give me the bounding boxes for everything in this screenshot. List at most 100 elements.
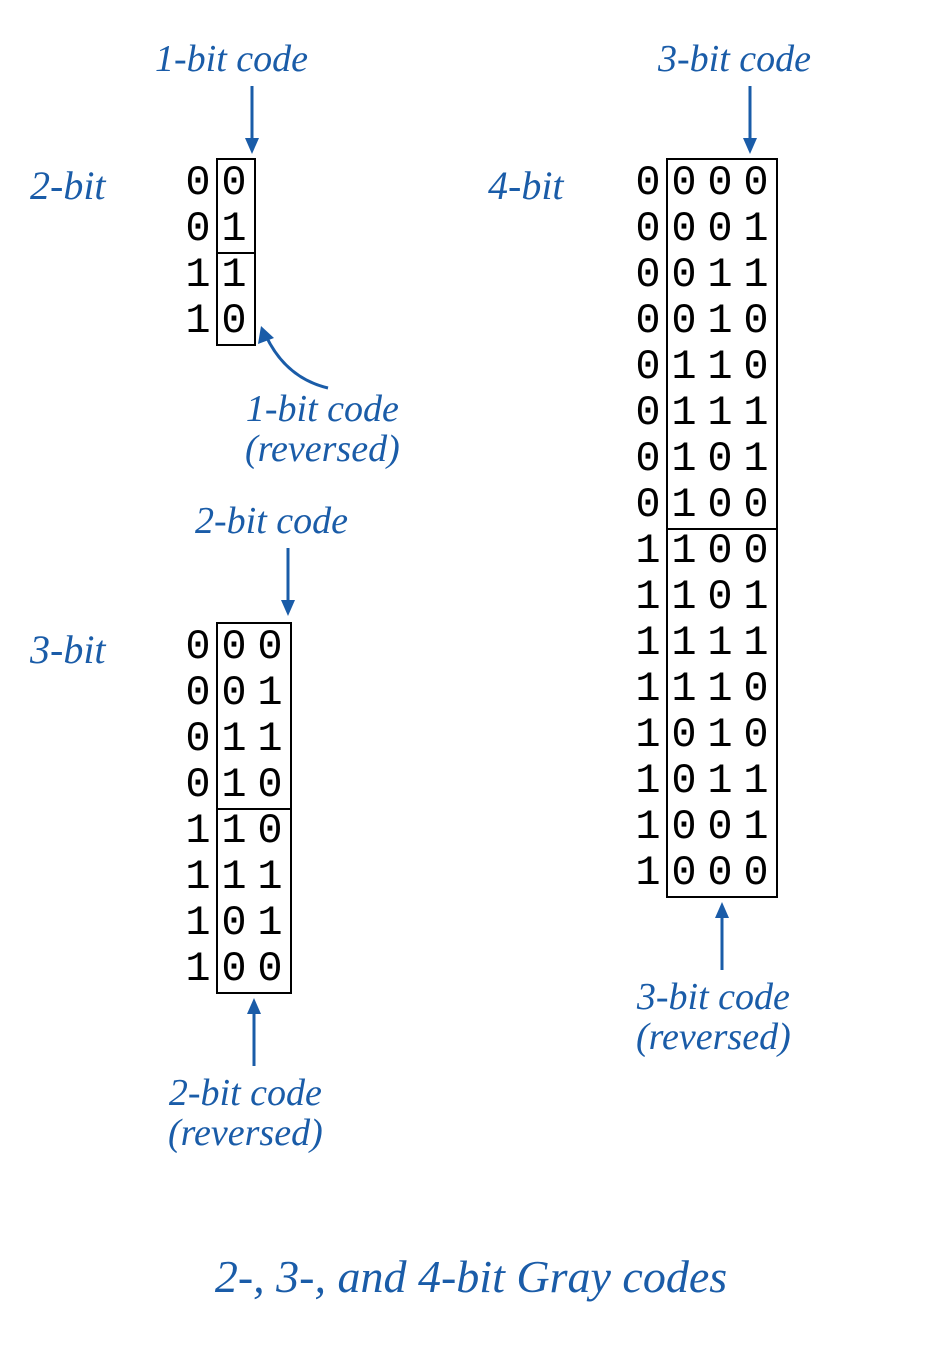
bit-cell: 0: [630, 392, 666, 434]
bit-cell: 1: [702, 346, 738, 388]
one-bit-code-label: 1-bit code: [155, 40, 308, 80]
bit-cell: 1: [630, 714, 666, 756]
table-row: 111: [180, 854, 288, 900]
two-bit-table: 00 01 11 10: [180, 160, 252, 344]
bit-cell: 1: [666, 484, 702, 526]
bit-cell: 1: [252, 672, 288, 714]
bit-cell: 1: [666, 392, 702, 434]
table-row: 0110: [630, 344, 774, 390]
bit-cell: 1: [216, 810, 252, 852]
bit-cell: 0: [738, 714, 774, 756]
table-row: 0111: [630, 390, 774, 436]
three-bit-table: 000 001 011 010 110 111 101 100: [180, 624, 288, 992]
table-row: 0100: [630, 482, 774, 528]
bit-cell: 0: [216, 626, 252, 668]
arrow-down-icon: [242, 86, 262, 156]
table-row: 010: [180, 762, 288, 808]
bit-cell: 1: [702, 622, 738, 664]
bit-cell: 0: [252, 948, 288, 990]
bit-cell: 1: [180, 254, 216, 296]
bit-cell: 0: [252, 764, 288, 806]
bit-cell: 1: [738, 254, 774, 296]
table-row: 10: [180, 298, 252, 344]
bit-cell: 1: [180, 856, 216, 898]
bit-cell: 0: [252, 626, 288, 668]
bit-cell: 1: [666, 668, 702, 710]
bit-cell: 1: [216, 718, 252, 760]
bit-cell: 0: [738, 300, 774, 342]
bit-cell: 0: [702, 484, 738, 526]
bit-cell: 1: [216, 764, 252, 806]
bit-cell: 0: [180, 718, 216, 760]
bit-cell: 1: [630, 852, 666, 894]
table-row: 100: [180, 946, 288, 992]
bit-cell: 0: [702, 162, 738, 204]
bit-cell: 1: [738, 208, 774, 250]
three-bit-reversed-line1: 3-bit code: [637, 976, 790, 1018]
arrow-down-icon: [278, 548, 298, 618]
bit-cell: 1: [738, 622, 774, 664]
bit-cell: 1: [702, 392, 738, 434]
table-row: 001: [180, 670, 288, 716]
bit-cell: 0: [180, 208, 216, 250]
table-row: 101: [180, 900, 288, 946]
bit-cell: 0: [180, 672, 216, 714]
bit-cell: 1: [180, 902, 216, 944]
bit-cell: 0: [702, 806, 738, 848]
one-bit-reversed-line1: 1-bit code: [246, 388, 399, 430]
bit-cell: 0: [216, 948, 252, 990]
bit-cell: 1: [216, 254, 252, 296]
two-bit-title: 2-bit: [30, 166, 106, 206]
bit-cell: 1: [630, 530, 666, 572]
bit-cell: 0: [666, 806, 702, 848]
bit-cell: 1: [216, 856, 252, 898]
four-bit-table: 0000 0001 0011 0010 0110 0111 0101 0100 …: [630, 160, 774, 896]
table-row: 0101: [630, 436, 774, 482]
three-bit-code-label: 3-bit code: [658, 40, 811, 80]
bit-cell: 0: [666, 714, 702, 756]
bit-cell: 1: [216, 208, 252, 250]
arrow-up-icon: [244, 998, 264, 1068]
bit-cell: 0: [702, 530, 738, 572]
bit-cell: 0: [666, 208, 702, 250]
three-bit-title: 3-bit: [30, 630, 106, 670]
table-row: 1010: [630, 712, 774, 758]
table-row: 01: [180, 206, 252, 252]
bit-cell: 1: [702, 668, 738, 710]
table-row: 000: [180, 624, 288, 670]
one-bit-reversed-line2: (reversed): [245, 428, 400, 470]
bit-cell: 1: [630, 576, 666, 618]
three-bit-reversed-line2: (reversed): [636, 1016, 791, 1058]
table-row: 0011: [630, 252, 774, 298]
table-row: 0000: [630, 160, 774, 206]
table-row: 110: [180, 808, 288, 854]
two-bit-code-label: 2-bit code: [195, 502, 348, 542]
bit-cell: 0: [216, 162, 252, 204]
table-row: 00: [180, 160, 252, 206]
bit-cell: 1: [666, 530, 702, 572]
bit-cell: 0: [666, 162, 702, 204]
bit-cell: 0: [630, 484, 666, 526]
bit-cell: 1: [738, 392, 774, 434]
bit-cell: 0: [702, 576, 738, 618]
bit-cell: 0: [630, 438, 666, 480]
table-row: 1011: [630, 758, 774, 804]
two-bit-reversed-line1: 2-bit code: [169, 1072, 322, 1114]
bit-cell: 0: [738, 852, 774, 894]
table-row: 1101: [630, 574, 774, 620]
bit-cell: 1: [180, 948, 216, 990]
table-row: 1110: [630, 666, 774, 712]
bit-cell: 1: [738, 576, 774, 618]
bit-cell: 0: [738, 668, 774, 710]
bit-cell: 1: [180, 300, 216, 342]
arrow-up-icon: [712, 902, 732, 972]
bit-cell: 0: [630, 208, 666, 250]
bit-cell: 0: [666, 852, 702, 894]
four-bit-title: 4-bit: [488, 166, 564, 206]
bit-cell: 0: [738, 484, 774, 526]
bit-cell: 0: [216, 902, 252, 944]
bit-cell: 1: [702, 760, 738, 802]
bit-cell: 1: [180, 810, 216, 852]
bit-cell: 1: [702, 254, 738, 296]
bit-cell: 0: [216, 672, 252, 714]
